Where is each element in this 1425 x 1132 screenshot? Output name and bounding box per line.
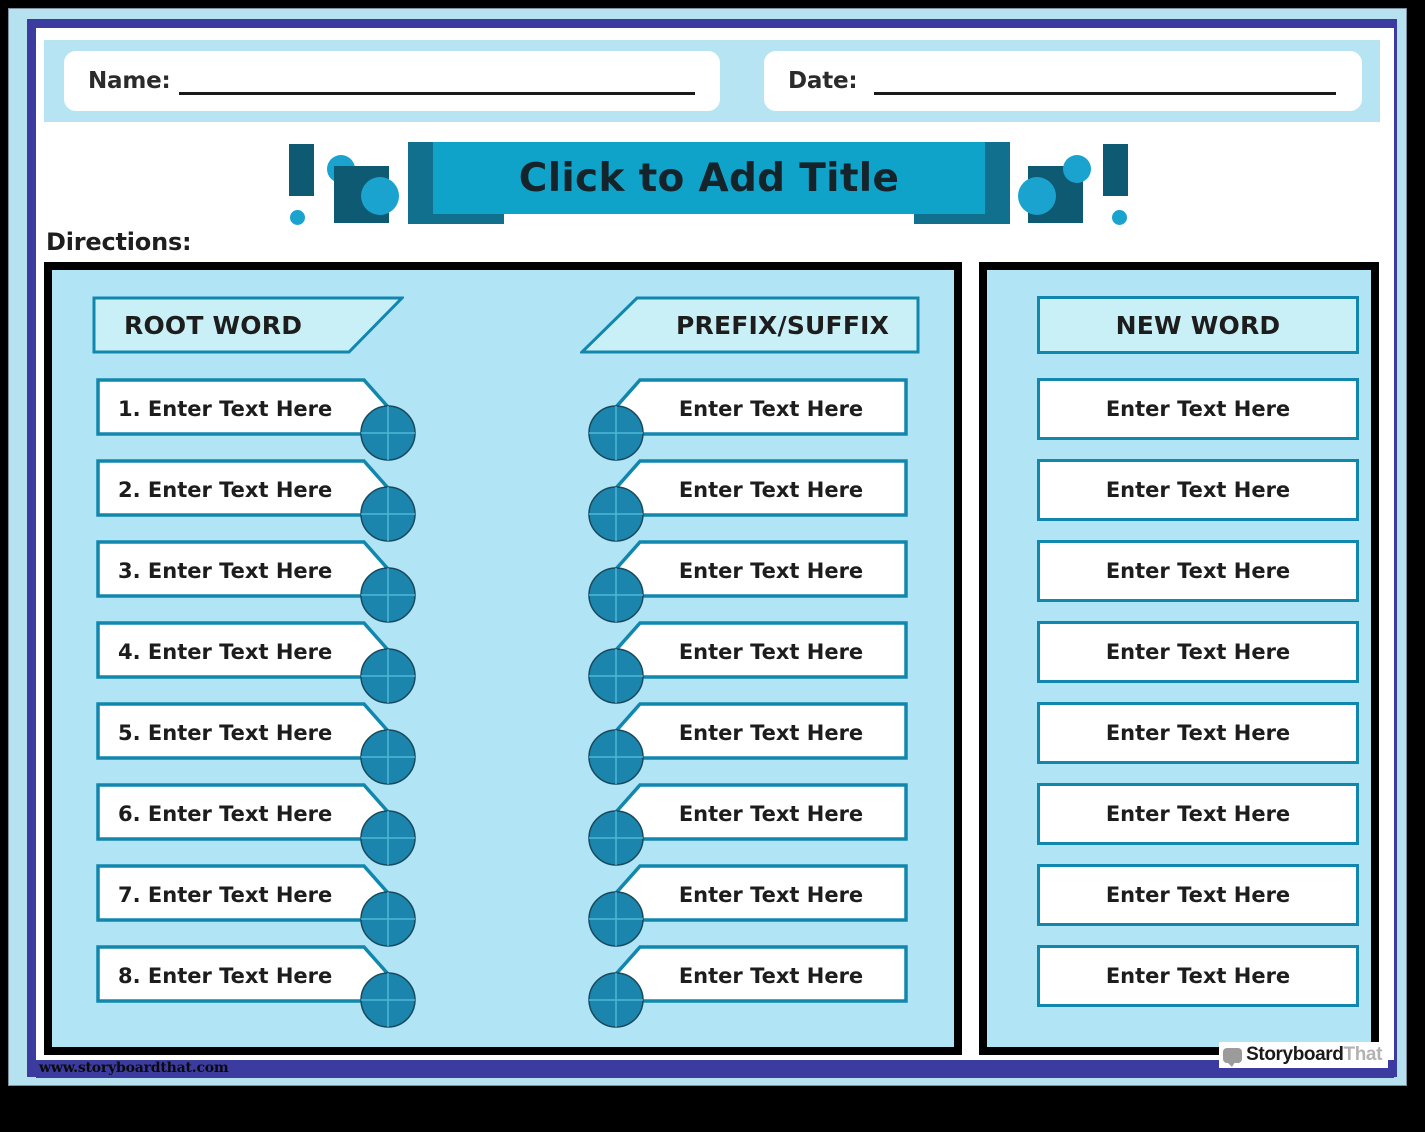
row-new-word-label: Enter Text Here xyxy=(1037,864,1359,926)
row-root-word[interactable]: 5. Enter Text Here xyxy=(96,702,426,785)
connector-dot-icon xyxy=(360,972,416,1028)
row-root-word-label: 6. Enter Text Here xyxy=(118,802,333,826)
storyboardthat-logo: Storyboard That xyxy=(1219,1042,1388,1068)
row-new-word-label: Enter Text Here xyxy=(1037,378,1359,440)
deco-circle-left-lg xyxy=(361,177,399,215)
logo-primary-text: Storyboard xyxy=(1246,1044,1344,1065)
header-new-word-label: NEW WORD xyxy=(1115,310,1281,340)
deco-dot-left-small xyxy=(290,210,305,225)
name-label: Name: xyxy=(88,68,171,94)
deco-circle-right-sm xyxy=(1063,155,1091,183)
row-new-word[interactable]: Enter Text Here xyxy=(1037,783,1359,845)
row-prefix-suffix[interactable]: Enter Text Here xyxy=(578,702,908,785)
header-new-word: NEW WORD xyxy=(1037,296,1359,354)
date-input-rule[interactable] xyxy=(874,92,1336,95)
title-text: Click to Add Title xyxy=(518,155,900,201)
footer-strip: www.storyboardthat.com xyxy=(36,1060,1394,1078)
connector-dot-icon xyxy=(360,486,416,542)
row-prefix-suffix-label: Enter Text Here xyxy=(678,964,864,988)
date-field-card[interactable]: Date: xyxy=(764,51,1362,111)
row-new-word-label: Enter Text Here xyxy=(1037,783,1359,845)
deco-rect-right-tall xyxy=(1103,144,1128,196)
row-root-word-label: 2. Enter Text Here xyxy=(118,478,333,502)
row-root-word-label: 8. Enter Text Here xyxy=(118,964,333,988)
row-root-word-label: 1. Enter Text Here xyxy=(118,397,333,421)
row-root-word[interactable]: 3. Enter Text Here xyxy=(96,540,426,623)
row-new-word[interactable]: Enter Text Here xyxy=(1037,621,1359,683)
row-prefix-suffix[interactable]: Enter Text Here xyxy=(578,783,908,866)
deco-rect-left-tall xyxy=(289,144,314,196)
row-root-word[interactable]: 1. Enter Text Here xyxy=(96,378,426,461)
row-prefix-suffix[interactable]: Enter Text Here xyxy=(578,540,908,623)
row-prefix-suffix-label: Enter Text Here xyxy=(678,559,864,583)
connector-dot-icon xyxy=(360,729,416,785)
row-root-word[interactable]: 2. Enter Text Here xyxy=(96,459,426,542)
row-new-word-label: Enter Text Here xyxy=(1037,945,1359,1007)
deco-circle-right-lg xyxy=(1018,177,1056,215)
row-root-word[interactable]: 4. Enter Text Here xyxy=(96,621,426,704)
row-new-word[interactable]: Enter Text Here xyxy=(1037,540,1359,602)
header-root-word: ROOT WORD xyxy=(92,296,404,354)
row-prefix-suffix-label: Enter Text Here xyxy=(678,883,864,907)
row-prefix-suffix-label: Enter Text Here xyxy=(678,397,864,421)
row-prefix-suffix[interactable]: Enter Text Here xyxy=(578,864,908,947)
panel-root-prefix: ROOT WORD PREFIX/SUFFIX 1. Enter Text He… xyxy=(44,262,962,1055)
connector-dot-icon xyxy=(360,405,416,461)
row-root-word-label: 3. Enter Text Here xyxy=(118,559,333,583)
site-url: www.storyboardthat.com xyxy=(39,1060,229,1076)
panel-new-word: NEW WORD Enter Text Here Enter Text Here E… xyxy=(979,262,1379,1055)
row-new-word[interactable]: Enter Text Here xyxy=(1037,378,1359,440)
row-root-word[interactable]: 7. Enter Text Here xyxy=(96,864,426,947)
row-new-word-label: Enter Text Here xyxy=(1037,621,1359,683)
row-new-word[interactable]: Enter Text Here xyxy=(1037,702,1359,764)
worksheet-sheet: Name: Date: Click to Add Title Direction… xyxy=(36,28,1394,1078)
logo-secondary-text: That xyxy=(1343,1044,1382,1065)
title-banner: Click to Add Title xyxy=(36,126,1394,244)
row-new-word[interactable]: Enter Text Here xyxy=(1037,945,1359,1007)
deco-dot-right-small xyxy=(1112,210,1127,225)
header-prefix-suffix-label: PREFIX/SUFFIX xyxy=(676,310,890,340)
row-new-word[interactable]: Enter Text Here xyxy=(1037,864,1359,926)
row-root-word-label: 5. Enter Text Here xyxy=(118,721,333,745)
name-field-card[interactable]: Name: xyxy=(64,51,720,111)
row-prefix-suffix[interactable]: Enter Text Here xyxy=(578,459,908,542)
row-prefix-suffix-label: Enter Text Here xyxy=(678,802,864,826)
connector-dot-icon xyxy=(360,891,416,947)
row-root-word-label: 4. Enter Text Here xyxy=(118,640,333,664)
name-date-band: Name: Date: xyxy=(44,40,1380,122)
row-prefix-suffix-label: Enter Text Here xyxy=(678,721,864,745)
name-input-rule[interactable] xyxy=(179,92,695,95)
row-root-word[interactable]: 8. Enter Text Here xyxy=(96,945,426,1028)
connector-dot-icon xyxy=(360,810,416,866)
row-prefix-suffix[interactable]: Enter Text Here xyxy=(578,621,908,704)
row-root-word-label: 7. Enter Text Here xyxy=(118,883,333,907)
header-prefix-suffix: PREFIX/SUFFIX xyxy=(580,296,920,354)
row-prefix-suffix[interactable]: Enter Text Here xyxy=(578,945,908,1028)
header-root-word-label: ROOT WORD xyxy=(124,310,303,340)
worksheet-page: Name: Date: Click to Add Title Direction… xyxy=(0,0,1425,1132)
connector-dot-icon xyxy=(360,567,416,623)
speech-bubble-icon xyxy=(1223,1047,1243,1067)
row-new-word[interactable]: Enter Text Here xyxy=(1037,459,1359,521)
row-prefix-suffix[interactable]: Enter Text Here xyxy=(578,378,908,461)
row-root-word[interactable]: 6. Enter Text Here xyxy=(96,783,426,866)
date-label: Date: xyxy=(788,68,858,94)
title-input-bar[interactable]: Click to Add Title xyxy=(433,142,985,214)
row-prefix-suffix-label: Enter Text Here xyxy=(678,478,864,502)
connector-dot-icon xyxy=(360,648,416,704)
row-new-word-label: Enter Text Here xyxy=(1037,702,1359,764)
row-new-word-label: Enter Text Here xyxy=(1037,540,1359,602)
row-new-word-label: Enter Text Here xyxy=(1037,459,1359,521)
directions-label: Directions: xyxy=(46,228,192,256)
row-prefix-suffix-label: Enter Text Here xyxy=(678,640,864,664)
